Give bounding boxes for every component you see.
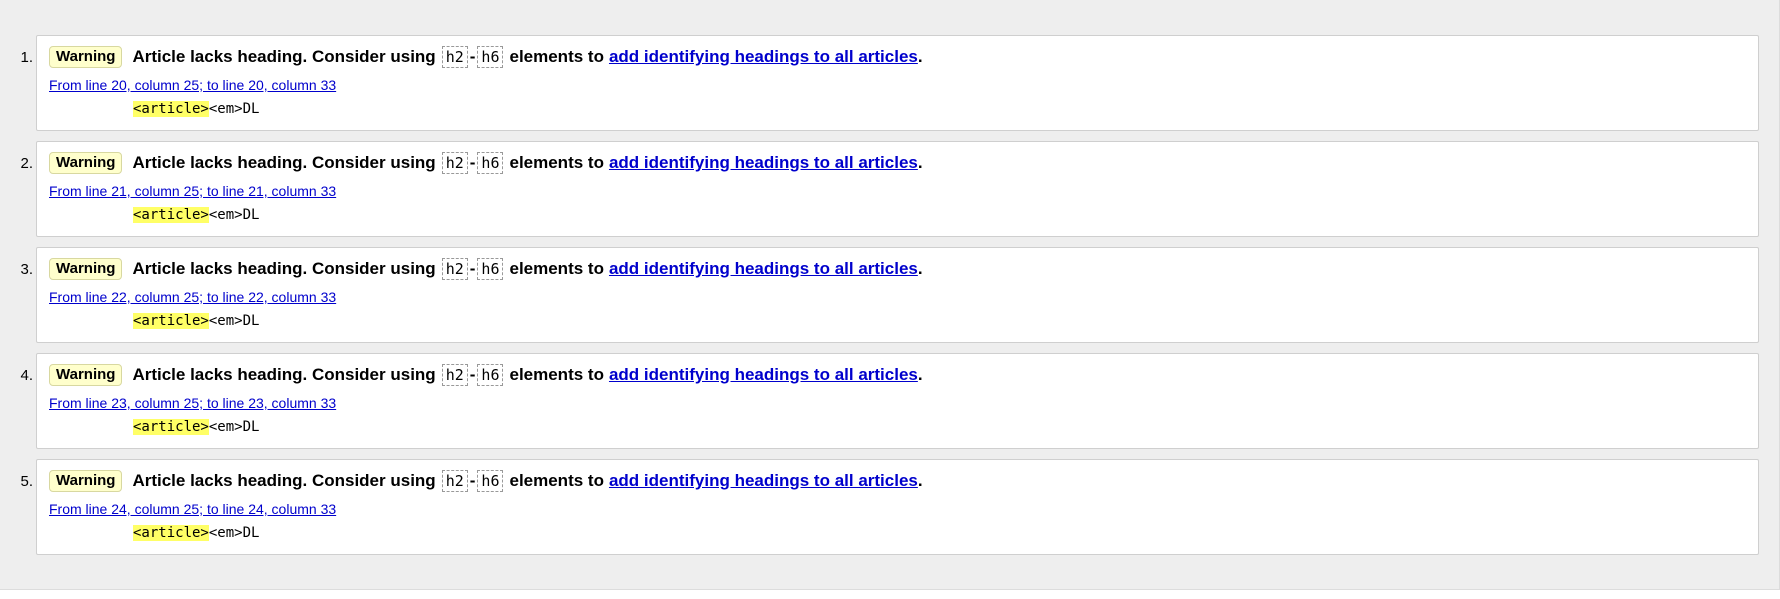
warning-badge: Warning: [49, 258, 123, 280]
extract-highlight: <article>: [133, 525, 209, 541]
spec-link[interactable]: add identifying headings to all articles: [609, 363, 918, 387]
message-number: 5.: [20, 473, 33, 490]
warning-message-3: 3. Warning Article lacks heading. Consid…: [20, 247, 1759, 343]
code-h2: h2: [441, 152, 468, 174]
code-range-dash: -: [469, 153, 476, 172]
code-h6: h6: [477, 364, 504, 386]
message-text-after: elements to: [509, 153, 604, 172]
message-text-after: elements to: [509, 471, 604, 490]
spec-link[interactable]: add identifying headings to all articles: [609, 469, 918, 493]
warning-badge: Warning: [49, 46, 123, 68]
message-list: 1. Warning Article lacks heading. Consid…: [0, 0, 1779, 555]
message-text: Article lacks heading. Consider using: [132, 47, 436, 66]
message-text: Article lacks heading. Consider using: [132, 259, 436, 278]
message-line: Warning Article lacks heading. Consider …: [49, 469, 923, 493]
code-h6: h6: [477, 152, 504, 174]
location-link[interactable]: From line 24, column 25; to line 24, col…: [49, 501, 336, 517]
code-range-dash: -: [469, 47, 476, 66]
code-h2: h2: [441, 470, 468, 492]
warning-badge: Warning: [49, 470, 123, 492]
warning-badge: Warning: [49, 364, 123, 386]
message-text: Article lacks heading. Consider using: [132, 365, 436, 384]
warning-badge: Warning: [49, 152, 123, 174]
location-link[interactable]: From line 23, column 25; to line 23, col…: [49, 395, 336, 411]
code-h2: h2: [441, 258, 468, 280]
location-link[interactable]: From line 22, column 25; to line 22, col…: [49, 289, 336, 305]
period: .: [917, 471, 923, 490]
period: .: [917, 47, 923, 66]
message-line: Warning Article lacks heading. Consider …: [49, 151, 923, 175]
code-h6: h6: [477, 46, 504, 68]
message-text: Article lacks heading. Consider using: [132, 471, 436, 490]
period: .: [917, 153, 923, 172]
message-number: 4.: [20, 367, 33, 384]
extract-highlight: <article>: [133, 313, 209, 329]
location-link[interactable]: From line 20, column 25; to line 20, col…: [49, 77, 336, 93]
message-text-after: elements to: [509, 259, 604, 278]
code-range-dash: -: [469, 365, 476, 384]
code-range-dash: -: [469, 471, 476, 490]
message-text: Article lacks heading. Consider using: [132, 153, 436, 172]
code-extract: <article><em>DL: [133, 419, 259, 435]
extract-highlight: <article>: [133, 419, 209, 435]
code-range-dash: -: [469, 259, 476, 278]
extract-rest: <em>DL: [208, 525, 260, 541]
validation-results-panel: 1. Warning Article lacks heading. Consid…: [0, 0, 1780, 590]
extract-highlight: <article>: [133, 207, 209, 223]
code-h2: h2: [441, 364, 468, 386]
message-number: 2.: [20, 155, 33, 172]
period: .: [917, 365, 923, 384]
message-text-after: elements to: [509, 365, 604, 384]
warning-message-1: 1. Warning Article lacks heading. Consid…: [20, 35, 1759, 131]
warning-message-5: 5. Warning Article lacks heading. Consid…: [20, 459, 1759, 555]
code-h2: h2: [441, 46, 468, 68]
warning-message-4: 4. Warning Article lacks heading. Consid…: [20, 353, 1759, 449]
extract-rest: <em>DL: [208, 313, 260, 329]
message-line: Warning Article lacks heading. Consider …: [49, 45, 923, 69]
message-number: 3.: [20, 261, 33, 278]
code-extract: <article><em>DL: [133, 525, 259, 541]
message-line: Warning Article lacks heading. Consider …: [49, 363, 923, 387]
code-h6: h6: [477, 258, 504, 280]
extract-rest: <em>DL: [208, 207, 260, 223]
warning-message-2: 2. Warning Article lacks heading. Consid…: [20, 141, 1759, 237]
location-link[interactable]: From line 21, column 25; to line 21, col…: [49, 183, 336, 199]
message-number: 1.: [20, 49, 33, 66]
message-line: Warning Article lacks heading. Consider …: [49, 257, 923, 281]
spec-link[interactable]: add identifying headings to all articles: [609, 151, 918, 175]
extract-highlight: <article>: [133, 101, 209, 117]
code-h6: h6: [477, 470, 504, 492]
extract-rest: <em>DL: [208, 419, 260, 435]
spec-link[interactable]: add identifying headings to all articles: [609, 45, 918, 69]
code-extract: <article><em>DL: [133, 313, 259, 329]
spec-link[interactable]: add identifying headings to all articles: [609, 257, 918, 281]
extract-rest: <em>DL: [208, 101, 260, 117]
code-extract: <article><em>DL: [133, 207, 259, 223]
period: .: [917, 259, 923, 278]
code-extract: <article><em>DL: [133, 101, 259, 117]
message-text-after: elements to: [509, 47, 604, 66]
